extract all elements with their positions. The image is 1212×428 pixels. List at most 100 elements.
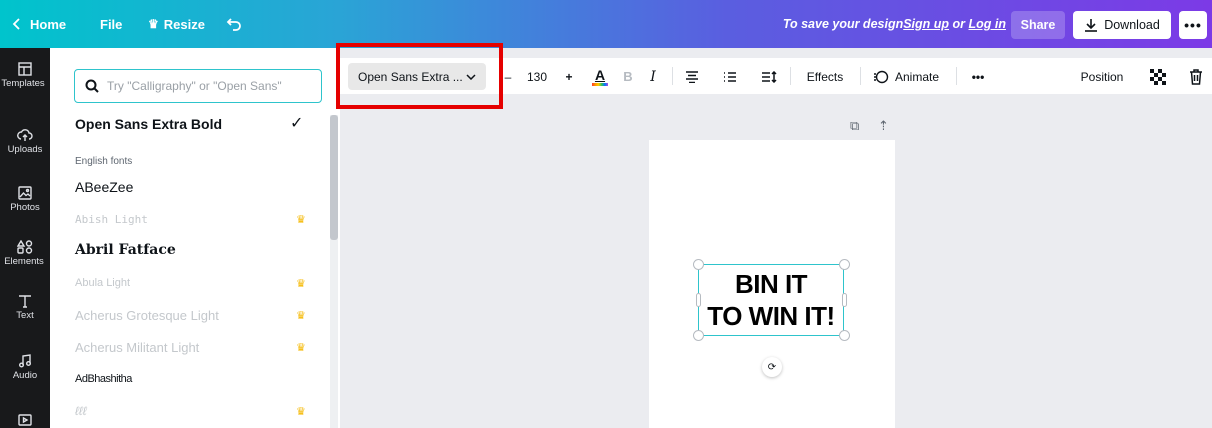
download-label: Download: [1104, 18, 1160, 32]
toolbar-divider: [860, 67, 861, 85]
resize-handle-top-right[interactable]: [839, 259, 850, 270]
crown-icon: ♛: [296, 278, 306, 290]
list-button[interactable]: [721, 63, 739, 90]
rail-item-uploads[interactable]: Uploads: [0, 128, 50, 155]
file-label: File: [100, 16, 123, 32]
save-design-message: To save your design Sign up or Log in: [783, 0, 1006, 48]
font-item-abril-fatface[interactable]: Abril Fatface: [75, 237, 310, 263]
italic-button[interactable]: I: [646, 63, 660, 90]
align-center-button[interactable]: [683, 63, 701, 90]
font-item-label: ℓℓℓ: [75, 404, 87, 418]
animate-icon: [873, 70, 889, 83]
font-item-adbhashitha[interactable]: AdBhashitha: [75, 366, 310, 392]
resize-button[interactable]: ♛ Resize: [148, 0, 205, 48]
uploads-icon: [17, 129, 33, 141]
add-page-icon[interactable]: ⇡: [878, 118, 889, 134]
text-icon: [19, 295, 31, 308]
resize-handle-top-left[interactable]: [693, 259, 704, 270]
photos-icon: [18, 186, 32, 200]
font-group-title: English fonts: [75, 156, 133, 167]
resize-handle-left[interactable]: [696, 293, 701, 307]
share-button[interactable]: Share: [1011, 11, 1065, 39]
undo-button[interactable]: [226, 0, 242, 48]
font-item-label: Abril Fatface: [75, 242, 176, 258]
animate-label: Animate: [894, 69, 940, 84]
more-tools-button[interactable]: •••: [966, 63, 990, 90]
panel-scrollbar-thumb[interactable]: [330, 115, 338, 240]
rail-label: Audio: [12, 370, 38, 381]
rail-item-audio[interactable]: Audio: [0, 354, 50, 381]
effects-label: Effects: [806, 69, 844, 84]
align-center-icon: [686, 70, 698, 83]
text-color-icon: A: [594, 66, 606, 83]
resize-icon: ♛: [148, 17, 159, 31]
effects-button[interactable]: Effects: [801, 63, 849, 90]
increase-font-size-button[interactable]: +: [561, 63, 577, 90]
home-label: Home: [30, 16, 67, 32]
rotate-handle[interactable]: ⟳: [762, 357, 782, 377]
crown-icon: ♛: [296, 310, 306, 322]
font-size-value: 130: [526, 69, 548, 84]
resize-handle-right[interactable]: [842, 293, 847, 307]
download-icon: [1085, 19, 1098, 32]
rail-item-video[interactable]: [0, 414, 50, 428]
more-dots-icon: •••: [971, 69, 985, 84]
decrease-font-size-button[interactable]: –: [502, 63, 514, 90]
transparency-icon: [1150, 68, 1166, 85]
rail-label: Photos: [10, 202, 40, 213]
side-rail: Templates Uploads Photos Elements Text A…: [0, 48, 50, 428]
text-color-button[interactable]: A: [590, 63, 610, 90]
font-size-input[interactable]: 130: [517, 63, 557, 90]
resize-handle-bottom-right[interactable]: [839, 330, 850, 341]
animate-button[interactable]: Animate: [870, 63, 942, 90]
selected-font-name[interactable]: Open Sans Extra Bold: [75, 116, 222, 132]
font-item-script[interactable]: ℓℓℓ: [75, 398, 310, 424]
rail-item-elements[interactable]: Elements: [0, 240, 50, 267]
rail-item-text[interactable]: Text: [0, 294, 50, 321]
home-button[interactable]: Home: [12, 0, 66, 48]
resize-handle-bottom-left[interactable]: [693, 330, 704, 341]
italic-label: I: [650, 68, 656, 85]
font-item-abeezee[interactable]: ABeeZee: [75, 174, 310, 200]
elements-icon: [17, 240, 33, 254]
rail-item-photos[interactable]: Photos: [0, 186, 50, 213]
font-item-abula-light[interactable]: Abula Light: [75, 270, 310, 296]
download-button[interactable]: Download: [1073, 11, 1171, 39]
selected-text-element[interactable]: BIN IT TO WIN IT!: [698, 264, 844, 336]
toolbar-divider: [956, 67, 957, 85]
share-label: Share: [1020, 18, 1056, 32]
more-options-button[interactable]: •••: [1179, 11, 1207, 39]
more-dots-icon: •••: [1184, 17, 1202, 33]
templates-icon: [18, 62, 32, 76]
top-bar: Home File ♛ Resize To save your design S…: [0, 0, 1212, 48]
rail-item-templates[interactable]: Templates: [0, 62, 50, 89]
line-spacing-icon: [762, 70, 777, 83]
canva-editor: Home File ♛ Resize To save your design S…: [0, 0, 1212, 428]
search-icon: [85, 79, 99, 93]
check-icon: ✓: [290, 115, 304, 132]
transparency-button[interactable]: [1148, 63, 1168, 90]
font-item-acherus-militant-light[interactable]: Acherus Militant Light: [75, 334, 310, 360]
position-label: Position: [1080, 69, 1124, 84]
spacing-button[interactable]: [760, 63, 778, 90]
resize-label: Resize: [163, 16, 205, 32]
font-item-abish-light[interactable]: Abish Light: [75, 206, 310, 232]
trash-icon: [1190, 68, 1202, 85]
file-menu[interactable]: File: [100, 0, 122, 48]
duplicate-page-icon[interactable]: ⧉: [850, 118, 859, 134]
delete-button[interactable]: [1186, 63, 1206, 90]
position-button[interactable]: Position: [1076, 63, 1128, 90]
font-item-label: Acherus Grotesque Light: [75, 307, 219, 323]
sign-up-link[interactable]: Sign up: [903, 17, 949, 31]
toolbar-divider: [790, 67, 791, 85]
log-in-link[interactable]: Log in: [969, 17, 1007, 31]
crown-icon: ♛: [296, 342, 306, 354]
font-search-input[interactable]: Try "Calligraphy" or "Open Sans": [74, 69, 322, 103]
rail-label: Templates: [1, 78, 45, 89]
bold-button[interactable]: B: [621, 63, 635, 90]
font-item-label: Abish Light: [75, 212, 148, 226]
audio-icon: [19, 354, 31, 368]
font-item-acherus-grotesque-light[interactable]: Acherus Grotesque Light: [75, 302, 310, 328]
bold-label: B: [623, 69, 633, 84]
plus-label: +: [565, 69, 573, 84]
